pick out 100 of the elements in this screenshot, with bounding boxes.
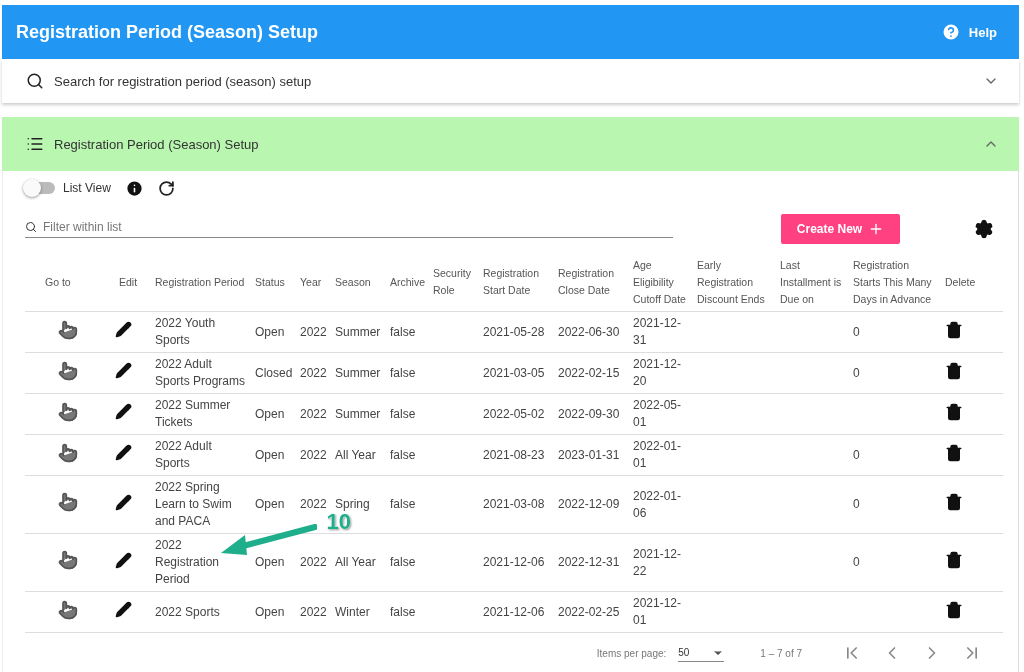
table-cell: Open [251,533,296,592]
table-cell: 0 [849,311,941,353]
column-header: Registration Close Date [554,253,629,312]
edit-icon[interactable] [115,403,132,420]
table-cell: 2021-03-08 [479,475,554,534]
delete-icon[interactable] [945,443,963,462]
table-cell: false [386,434,429,476]
table-cell: Summer [331,352,386,394]
table-cell: 2022 [296,533,331,592]
settings-icon[interactable] [974,219,994,239]
column-header: Season [331,253,386,312]
edit-icon[interactable] [115,601,132,618]
table-cell: 2022-12-09 [554,475,629,534]
table-cell: 0 [849,533,941,592]
table-cell: 2022-02-25 [554,591,629,633]
table-cell: 2022-12-31 [554,533,629,592]
table-cell: 2022-05-02 [479,393,554,435]
items-per-page-select[interactable]: 50 [678,644,725,662]
column-header: Security Role [429,253,479,312]
search-icon [26,72,44,90]
column-header: Early Registration Discount Ends [693,253,776,312]
panel-title: Registration Period (Season) Setup [54,136,260,152]
table-cell: 2022 [296,393,331,435]
table-cell: All Year [331,533,386,592]
column-header: Delete [941,253,1003,312]
column-header: Go to [25,253,111,312]
column-header: Status [251,253,296,312]
info-icon[interactable] [124,178,144,198]
panel-title: Search for registration period (season) setup [54,73,313,89]
delete-icon[interactable] [945,493,963,511]
table-cell: 2021-12-22 [629,533,693,592]
edit-icon[interactable] [115,493,132,511]
pointer-icon[interactable] [58,401,78,422]
table-cell: 2021-03-05 [479,352,554,394]
pointer-icon[interactable] [58,319,78,340]
table-cell: 2021-12-01 [629,591,693,633]
table-cell: 2022-05-01 [629,393,693,435]
table-cell: 0 [849,352,941,394]
search-icon [25,221,37,233]
column-header: Year [296,253,331,312]
delete-icon[interactable] [945,551,963,569]
refresh-icon[interactable] [157,179,175,197]
column-header: Edit [111,253,151,312]
delete-icon[interactable] [945,320,963,339]
table-cell: 2021-12-31 [629,311,693,353]
table-cell: 2021-12-06 [479,591,554,633]
table-cell: 2022-01-06 [629,475,693,534]
table-cell: 2022-02-15 [554,352,629,394]
table-cell: 2022-06-30 [554,311,629,353]
page-title: Registration Period (Season) Setup [16,21,319,43]
pointer-icon[interactable] [58,599,78,620]
table-cell: Open [251,475,296,534]
table-cell: 2022 [296,352,331,394]
table-cell: 2022 Adult Sports [151,434,251,476]
delete-icon[interactable] [945,402,963,421]
table-cell: 2022 [296,311,331,353]
table-cell: 2021-12-06 [479,533,554,592]
table-cell: Winter [331,591,386,633]
table-cell: false [386,393,429,435]
column-header: Registration Start Date [479,253,554,312]
pointer-icon[interactable] [58,360,78,381]
table-cell: 0 [849,475,941,534]
column-header: Registration Starts This Many Days in Advance [849,253,941,312]
edit-icon[interactable] [115,444,132,461]
table-cell: Open [251,393,296,435]
table-cell: 2022 [296,591,331,633]
toggle-label: List View [63,181,111,195]
edit-icon[interactable] [115,551,132,569]
table-cell: 2022 Summer Tickets [151,393,251,435]
list-icon [26,135,44,153]
pointer-icon[interactable] [58,492,78,512]
table-cell: false [386,311,429,353]
table-cell: Open [251,311,296,353]
table-cell: false [386,591,429,633]
search-panel[interactable]: Search for registration period (season) setup [2,59,1019,103]
help-icon [940,22,961,42]
table-cell: false [386,533,429,592]
table-cell: 0 [849,434,941,476]
delete-icon[interactable] [945,600,963,619]
edit-icon[interactable] [115,362,132,379]
table-cell: 2022 Sports [151,591,251,633]
table-cell: 2021-08-23 [479,434,554,476]
list-panel-header[interactable]: Registration Period (Season) Setup [2,117,1019,171]
page-range: 1 – 7 of 7 [760,647,802,659]
table-cell: 2021-12-20 [629,352,693,394]
table-cell: 2022-01-01 [629,434,693,476]
table-cell: Open [251,591,296,633]
toggle-switch[interactable] [25,182,55,194]
edit-icon[interactable] [115,321,132,338]
table-cell: 2022 [296,434,331,476]
table-cell: 2021-05-28 [479,311,554,353]
delete-icon[interactable] [945,361,963,380]
table-cell: Summer [331,393,386,435]
table-cell: 2022 Adult Sports Programs [151,352,251,394]
table-cell: false [386,352,429,394]
table-cell: 2023-01-31 [554,434,629,476]
pointer-icon[interactable] [58,442,78,463]
pointer-icon[interactable] [58,550,78,570]
column-header: Archive [386,253,429,312]
table-cell: 2022 Youth Sports [151,311,251,353]
